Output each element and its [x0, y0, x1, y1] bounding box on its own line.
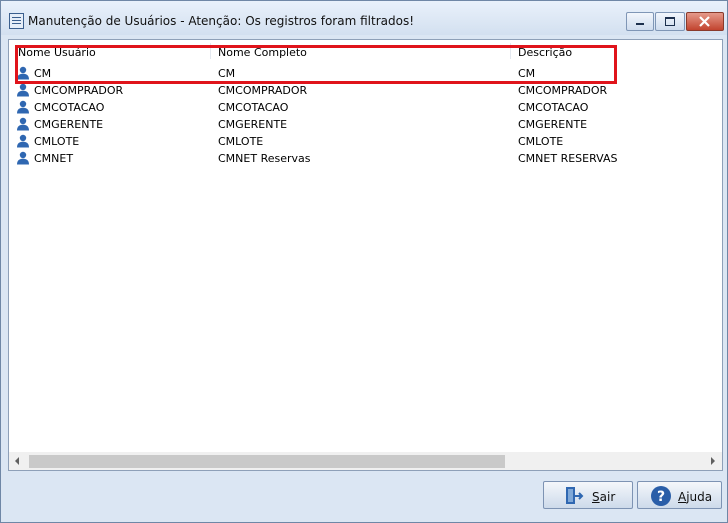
close-icon — [699, 16, 710, 27]
app-icon — [9, 13, 24, 29]
list-row[interactable]: CMLOTE CMLOTE CMLOTE — [9, 134, 722, 151]
list-row[interactable]: CMCOMPRADOR CMCOMPRADOR CMCOMPRADOR — [9, 83, 722, 100]
cell-nome-usuario: CMGERENTE — [34, 118, 104, 131]
user-icon — [16, 83, 30, 97]
cell-nome-completo: CMLOTE — [218, 135, 264, 148]
list-row[interactable]: CM CM CM — [9, 66, 722, 83]
column-divider[interactable] — [510, 43, 511, 59]
cell-descricao: CMGERENTE — [518, 118, 588, 131]
list-row[interactable]: CMGERENTE CMGERENTE CMGERENTE — [9, 117, 722, 134]
cell-nome-usuario: CMCOTACAO — [34, 101, 105, 114]
maximize-button[interactable] — [655, 12, 685, 31]
button-bar: Sair ? Ajuda — [1, 477, 727, 522]
minimize-button[interactable] — [626, 12, 654, 31]
cell-descricao: CM — [518, 67, 536, 80]
column-header-nome-usuario[interactable]: Nome Usuário — [18, 46, 96, 59]
cell-nome-completo: CMCOTACAO — [218, 101, 289, 114]
list-row[interactable]: CMCOTACAO CMCOTACAO CMCOTACAO — [9, 100, 722, 117]
title-bar[interactable]: Manutenção de Usuários - Atenção: Os reg… — [1, 1, 727, 35]
user-icon — [16, 151, 30, 165]
window-title: Manutenção de Usuários - Atenção: Os reg… — [28, 14, 415, 28]
minimize-icon — [636, 23, 644, 25]
user-icon — [16, 134, 30, 148]
cell-nome-usuario: CMLOTE — [34, 135, 80, 148]
user-icon — [16, 117, 30, 131]
scroll-left-icon[interactable] — [15, 457, 19, 465]
sair-label: Sair — [592, 490, 616, 504]
scroll-right-icon[interactable] — [711, 457, 715, 465]
cell-descricao: CMNET RESERVAS — [518, 152, 618, 165]
horizontal-scrollbar[interactable] — [9, 452, 722, 470]
cell-nome-completo: CM — [218, 67, 236, 80]
cell-nome-usuario: CM — [34, 67, 52, 80]
list-header: Nome Usuário Nome Completo Descrição — [9, 40, 722, 62]
cell-nome-completo: CMCOMPRADOR — [218, 84, 308, 97]
ajuda-label: Ajuda — [678, 490, 713, 504]
cell-nome-usuario: CMNET — [34, 152, 74, 165]
maximize-icon — [665, 17, 675, 26]
cell-descricao: CMCOMPRADOR — [518, 84, 608, 97]
user-icon — [16, 100, 30, 114]
column-header-nome-completo[interactable]: Nome Completo — [218, 46, 307, 59]
scrollbar-thumb[interactable] — [29, 455, 505, 468]
svg-text:?: ? — [657, 489, 665, 505]
ajuda-button[interactable]: ? Ajuda — [637, 481, 722, 509]
cell-nome-completo: CMGERENTE — [218, 118, 288, 131]
column-header-descricao[interactable]: Descrição — [518, 46, 572, 59]
help-icon: ? — [651, 486, 671, 506]
user-list[interactable]: Nome Usuário Nome Completo Descrição CM C… — [8, 39, 723, 471]
column-divider[interactable] — [210, 43, 211, 59]
close-button[interactable] — [686, 12, 724, 31]
exit-door-icon — [566, 487, 584, 504]
list-row[interactable]: CMNET CMNET Reservas CMNET RESERVAS — [9, 151, 722, 168]
cell-nome-usuario: CMCOMPRADOR — [34, 84, 124, 97]
sair-button[interactable]: Sair — [543, 481, 633, 509]
user-maintenance-window: Manutenção de Usuários - Atenção: Os reg… — [0, 0, 728, 523]
cell-descricao: CMLOTE — [518, 135, 564, 148]
cell-descricao: CMCOTACAO — [518, 101, 589, 114]
user-icon — [16, 66, 30, 80]
cell-nome-completo: CMNET Reservas — [218, 152, 311, 165]
